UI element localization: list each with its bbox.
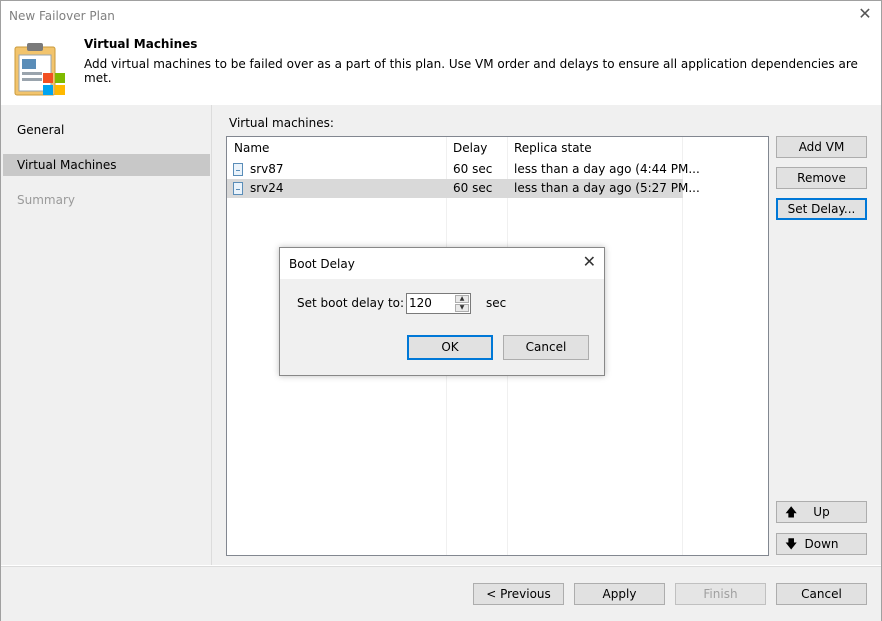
- previous-button[interactable]: < Previous: [473, 583, 564, 605]
- wizard-header: Virtual Machines Add virtual machines to…: [1, 31, 881, 105]
- boot-delay-dialog: Boot Delay ✕ Set boot delay to: 120 ▲ ▼ …: [279, 247, 605, 376]
- vm-replica-state: less than a day ago (4:44 PM...: [514, 162, 700, 176]
- ok-button[interactable]: OK: [407, 335, 493, 360]
- remove-button[interactable]: Remove: [776, 167, 867, 189]
- vm-name: srv87: [250, 162, 284, 176]
- close-icon[interactable]: ✕: [857, 6, 873, 22]
- wizard-nav: General Virtual Machines Summary: [1, 105, 212, 565]
- failover-plan-icon: [14, 43, 65, 96]
- dialog-title: Boot Delay: [289, 257, 355, 271]
- column-header-delay[interactable]: Delay: [453, 141, 487, 155]
- nav-item-virtual-machines[interactable]: Virtual Machines: [3, 154, 210, 176]
- boot-delay-stepper[interactable]: 120 ▲ ▼: [406, 293, 471, 314]
- nav-item-general[interactable]: General: [3, 119, 210, 141]
- page-title: Virtual Machines: [84, 37, 198, 51]
- vm-replica-state: less than a day ago (5:27 PM...: [514, 181, 700, 195]
- up-button[interactable]: 🡅 Up: [776, 501, 867, 523]
- up-label: Up: [813, 505, 830, 519]
- dialog-cancel-button[interactable]: Cancel: [503, 335, 589, 360]
- title-bar: New Failover Plan ✕: [1, 1, 881, 31]
- table-row[interactable]: srv87 60 sec less than a day ago (4:44 P…: [227, 160, 700, 179]
- add-vm-button[interactable]: Add VM: [776, 136, 867, 158]
- arrow-up-icon: 🡅: [785, 505, 798, 519]
- arrow-down-icon: 🡇: [785, 537, 798, 551]
- window-title: New Failover Plan: [9, 9, 115, 23]
- vm-delay: 60 sec: [453, 162, 493, 176]
- vm-icon: [233, 182, 243, 195]
- vm-list-label: Virtual machines:: [229, 116, 334, 130]
- table-row[interactable]: srv24 60 sec less than a day ago (5:27 P…: [227, 179, 700, 198]
- apply-button[interactable]: Apply: [574, 583, 665, 605]
- close-icon[interactable]: ✕: [583, 254, 596, 270]
- vm-icon: [233, 163, 243, 176]
- stepper-down-icon[interactable]: ▼: [455, 304, 469, 312]
- finish-button: Finish: [675, 583, 766, 605]
- stepper-up-icon[interactable]: ▲: [455, 295, 469, 303]
- cancel-button[interactable]: Cancel: [776, 583, 867, 605]
- nav-item-summary: Summary: [17, 193, 75, 207]
- boot-delay-value[interactable]: 120: [409, 296, 432, 310]
- column-header-replica-state[interactable]: Replica state: [514, 141, 592, 155]
- column-separator: [682, 137, 683, 555]
- page-description: Add virtual machines to be failed over a…: [84, 57, 858, 85]
- boot-delay-label: Set boot delay to:: [297, 296, 405, 310]
- wizard-window: New Failover Plan ✕ Virtual Machines Add…: [0, 0, 882, 621]
- set-delay-button[interactable]: Set Delay...: [776, 198, 867, 220]
- vm-name: srv24: [250, 181, 284, 195]
- column-header-name[interactable]: Name: [234, 141, 269, 155]
- down-button[interactable]: 🡇 Down: [776, 533, 867, 555]
- dialog-body: Set boot delay to: 120 ▲ ▼ sec OK Cancel: [280, 279, 604, 375]
- down-label: Down: [804, 537, 839, 551]
- vm-delay: 60 sec: [453, 181, 493, 195]
- boot-delay-unit: sec: [486, 296, 507, 310]
